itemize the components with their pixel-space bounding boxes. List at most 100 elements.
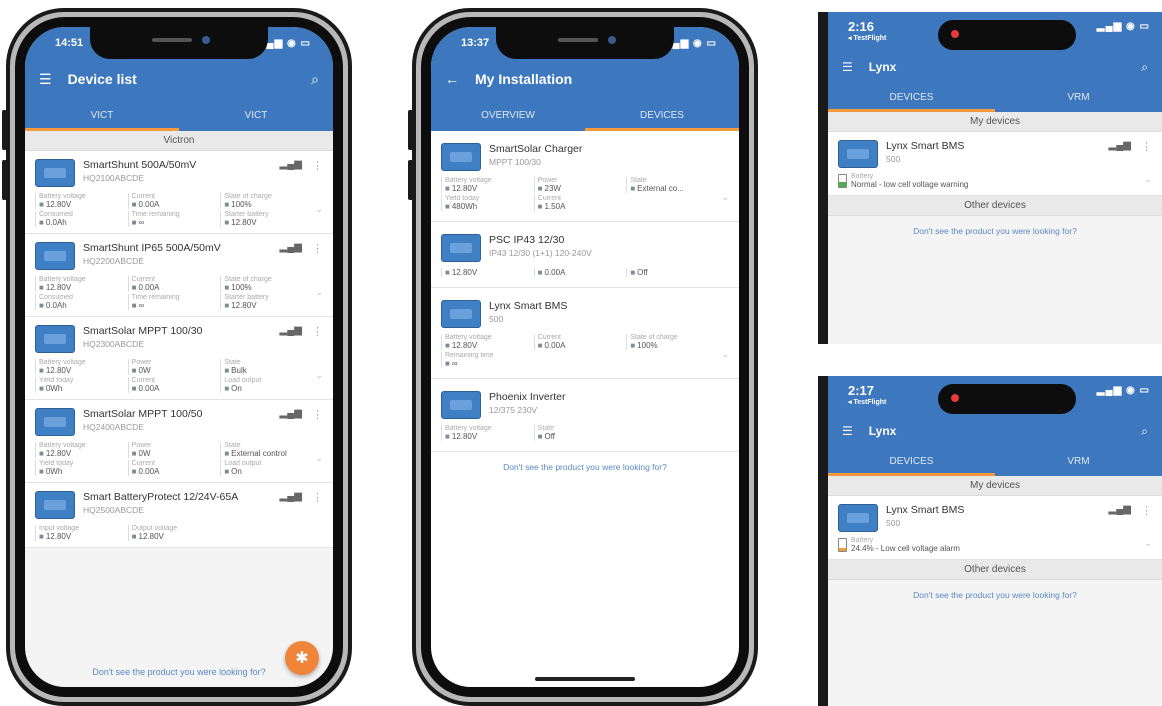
tab-devices[interactable]: Devices [828,446,995,476]
expand-chevron-icon[interactable]: ⌄ [1144,538,1152,549]
metric-cell: Consumed0.0Ah [35,294,122,310]
device-thumbnail [35,242,75,270]
missing-product-link[interactable]: Don't see the product you were looking f… [828,580,1162,610]
search-icon[interactable]: ⌕ [311,71,319,88]
expand-chevron-icon[interactable]: ⌄ [315,287,323,298]
device-card[interactable]: Smart BatteryProtect 12/24V-65A HQ2500ABC… [25,483,333,548]
metric-cell: Power0W [127,359,215,375]
metric-label: Input voltage [39,525,80,532]
expand-chevron-icon[interactable]: ⌄ [315,204,323,215]
phone-frame-installation: 13:37 ▂▄▆ ◉ ▭ ← My Installation Overview… [412,8,758,706]
metric-label: Starter battery [224,211,269,218]
more-options-icon[interactable]: ⋮ [312,242,323,255]
metric-label: State [630,177,647,184]
bluetooth-icon[interactable]: ✱ [285,641,319,675]
metric-cell: Time remaining∞ [127,211,215,227]
metric-label: State of charge [224,276,272,283]
device-card[interactable]: Lynx Smart BMS 500 Battery voltage12.80V Cu… [431,288,739,379]
tab-vrm[interactable]: Vrm [995,82,1162,112]
device-thumbnail [35,159,75,187]
device-name: SmartShunt IP65 500A/50mV [83,242,221,254]
tab-devices[interactable]: Devices [585,99,739,131]
signal-strength-icon: ▂▄▆ [279,408,302,419]
device-card[interactable]: SmartSolar MPPT 100/50 HQ2400ABCDE ▂▄▆ ⋮ Bat… [25,400,333,483]
signal-strength-icon: ▂▄▆ [279,242,302,253]
installation-screen: 13:37 ▂▄▆ ◉ ▭ ← My Installation Overview… [431,27,739,687]
metric-label: Yield today [445,195,480,202]
more-options-icon[interactable]: ⋮ [312,491,323,504]
metric-value: 12.80V [132,532,215,541]
tab-local[interactable]: Vict [25,99,179,131]
status-value: 24.4% - Low cell voltage alarm [851,544,960,553]
more-options-icon[interactable]: ⋮ [1141,140,1152,153]
menu-icon[interactable]: ☰ [842,424,853,438]
metric-value: ∞ [445,359,528,368]
metric-value: 12.80V [445,268,528,277]
device-card[interactable]: SmartSolar MPPT 100/30 HQ2300ABCDE ▂▄▆ ⋮ Bat… [25,317,333,400]
phone-frame-device-list: 14:51 ▂▄▆ ◉ ▭ ☰ Device list ⌕ Vict Vict … [6,8,352,706]
page-title: Device list [67,71,137,87]
device-card[interactable]: Lynx Smart BMS 500 ▂▄▆ ⋮ Battery 24.4% -… [828,496,1162,560]
expand-chevron-icon[interactable]: ⌄ [315,370,323,381]
device-model: IP43 12/30 (1+1) 120-240V [489,248,592,258]
metric-value: On [224,467,307,476]
device-model: 500 [886,154,901,164]
tab-overview[interactable]: Overview [431,99,585,131]
more-options-icon[interactable]: ⋮ [1141,504,1152,517]
device-model: 500 [489,314,504,324]
missing-product-link[interactable]: Don't see the product you were looking f… [431,452,739,482]
device-name: SmartSolar MPPT 100/30 [83,325,203,337]
status-back-app[interactable]: ◂ TestFlight [848,34,886,42]
metric-cell: Yield today0Wh [35,377,122,393]
expand-chevron-icon[interactable]: ⌄ [721,349,729,360]
device-card[interactable]: Phoenix Inverter 12/375 230V Battery volta… [431,379,739,452]
status-label: Battery [851,537,874,544]
device-model: HQ2200ABCDE [83,256,144,266]
missing-product-link[interactable]: Don't see the product you were looking f… [828,216,1162,246]
device-thumbnail [441,391,481,419]
metric-value: 0.00A [132,283,215,292]
expand-chevron-icon[interactable]: ⌄ [1144,174,1152,185]
status-time: 13:37 [461,37,490,49]
device-card[interactable]: SmartSolar Charger MPPT 100/30 Battery vol… [431,131,739,222]
metric-cell: Current0.00A [533,334,621,350]
expand-chevron-icon[interactable]: ⌄ [315,453,323,464]
more-options-icon[interactable]: ⋮ [312,408,323,421]
metric-value: Off [630,268,713,277]
section-header: Victron [25,131,333,151]
metric-label: Yield today [39,377,74,384]
expand-chevron-icon[interactable]: ⌄ [721,192,729,203]
tab-vrm[interactable]: Vrm [995,446,1162,476]
metric-value: 0.00A [132,467,215,476]
menu-icon[interactable]: ☰ [39,71,52,88]
device-card[interactable]: PSC IP43 12/30 IP43 12/30 (1+1) 120-240V 1… [431,222,739,288]
metric-value: External control [224,449,307,458]
device-card[interactable]: SmartShunt 500A/50mV HQ2100ABCDE ▂▄▆ ⋮ Batte… [25,151,333,234]
missing-product-link[interactable]: Don't see the product you were looking f… [25,667,333,677]
search-icon[interactable]: ⌕ [1141,424,1148,439]
menu-icon[interactable]: ☰ [842,60,853,74]
other-devices-header: Other devices [828,560,1162,580]
recording-icon [951,30,959,38]
metric-value: 23W [538,184,621,193]
device-name: Lynx Smart BMS [886,504,965,516]
device-thumbnail [441,300,481,328]
metric-value: 100% [224,283,307,292]
more-options-icon[interactable]: ⋮ [312,325,323,338]
page-title: My Installation [475,71,573,87]
metric-label: Consumed [39,211,73,218]
metric-label: Output voltage [131,525,178,532]
metric-label: Battery voltage [445,425,492,432]
metric-label: Load output [224,377,262,384]
metric-label: Current [131,193,155,200]
device-card[interactable]: Lynx Smart BMS 500 ▂▄▆ ⋮ Battery Normal … [828,132,1162,196]
dynamic-island [938,20,1076,50]
tab-vrm[interactable]: Vict [179,99,333,131]
status-back-app[interactable]: ◂ TestFlight [848,398,886,406]
more-options-icon[interactable]: ⋮ [312,159,323,172]
device-card[interactable]: SmartShunt IP65 500A/50mV HQ2200ABCDE ▂▄▆ ⋮… [25,234,333,317]
tab-devices[interactable]: Devices [828,82,995,112]
back-arrow-icon[interactable]: ← [445,71,459,87]
device-thumbnail [441,234,481,262]
search-icon[interactable]: ⌕ [1141,60,1148,75]
